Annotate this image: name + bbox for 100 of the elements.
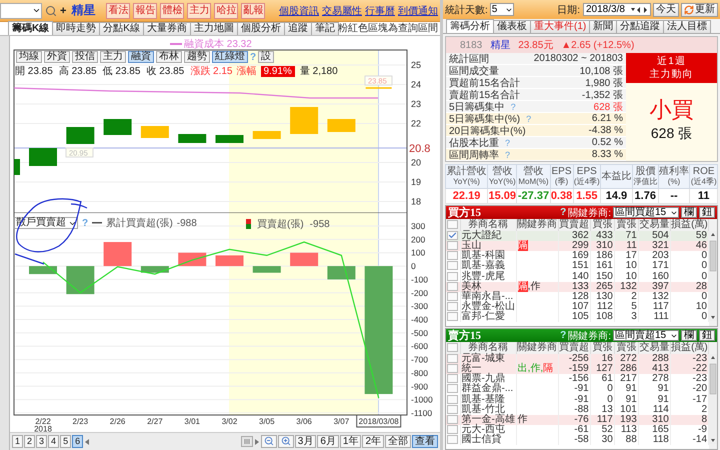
checkbox[interactable] [447,251,458,260]
tab[interactable]: 儀表板 [493,20,531,33]
column-header[interactable]: 買賣超 [558,219,590,231]
left-arrow-icon[interactable] [84,438,90,444]
checkbox[interactable] [447,241,458,250]
column-header[interactable]: 券商名稱 [460,219,516,231]
column-header[interactable]: 關鍵券商 [516,219,558,231]
indicator-button[interactable]: 趨勢 [184,51,210,63]
date-field[interactable]: 2018/3/8 [583,3,651,16]
range-button[interactable]: 2年 [362,435,384,448]
range-button[interactable]: 查看 [412,435,438,448]
page-button[interactable]: 4 [48,435,60,448]
header-link[interactable]: 個股資訊 [279,4,319,18]
filter-select[interactable]: 區間賣超15 [613,330,679,341]
column-header[interactable]: 買賣超 [558,342,590,354]
page-button[interactable]: 1 [12,435,24,448]
checkbox[interactable] [447,312,458,322]
column-header[interactable]: 券商名稱 [460,342,516,354]
tab[interactable]: 分點追蹤 [616,20,664,33]
column-header[interactable]: 賣張 [614,219,638,231]
tab[interactable]: 法人目標 [663,20,712,33]
symbol-field[interactable] [0,2,42,18]
indicator-button[interactable]: 布林 [156,51,182,63]
tab[interactable]: 新聞 [589,20,618,33]
range-button[interactable]: 1年 [340,435,362,448]
page-button[interactable]: 5 [60,435,72,448]
table-row[interactable]: 凱基-竹北 -88 13 101 114 2 [446,404,708,415]
zoom-out-button[interactable] [260,435,277,448]
days-select[interactable]: 5 [490,3,514,16]
indicator-button[interactable]: 主力 [100,51,126,63]
section-button[interactable]: 鈕 [699,207,715,218]
section-button[interactable]: 鈕 [699,330,715,341]
tab[interactable]: 籌碼分析 [446,19,494,33]
checkbox[interactable] [447,374,458,384]
settings-button[interactable]: 設 [258,51,274,63]
section-button[interactable]: 欄 [681,207,697,218]
column-header[interactable]: 關鍵券商 [516,342,558,354]
tab[interactable]: 即時走勢 [52,22,100,35]
table-row[interactable]: 元大證紀 362 433 71 504 59 [446,231,708,242]
column-header[interactable]: 買張 [590,342,614,354]
tab[interactable]: 追蹤 [284,22,312,35]
scrollbar[interactable] [709,231,717,321]
action-button[interactable]: 哈拉 [214,2,238,18]
table-row[interactable]: 群益金鼎-... -91 0 91 91 -20 [446,384,708,395]
range-button[interactable]: 6月 [317,435,339,448]
header-link[interactable]: 行事曆 [365,4,395,18]
column-header[interactable]: 賣張 [614,342,638,354]
table-row[interactable]: 華南永昌-... 128 130 2 132 0 [446,292,708,302]
checkbox[interactable] [447,435,458,444]
table-row[interactable]: 凱基-嘉義 151 161 10 171 0 [446,261,708,272]
scrollbar[interactable] [709,354,717,444]
tab[interactable]: 重大事件(1) [530,20,590,33]
checkbox[interactable] [447,384,458,394]
filter-select[interactable]: 區間買超15 [613,207,679,218]
refresh-button[interactable]: 更新 [681,2,718,16]
action-button[interactable]: 看法 [106,2,130,18]
indicator-button[interactable]: 外資 [44,51,70,63]
indicator-button[interactable]: 紅綠燈 [212,51,248,63]
tab[interactable]: 籌碼K線 [8,21,54,35]
header-link[interactable]: 到價通知 [398,4,438,18]
action-button[interactable]: 主力 [187,2,212,18]
range-button[interactable]: 3月 [294,435,316,448]
checkbox[interactable] [447,342,458,352]
page-button[interactable]: 3 [36,435,48,448]
column-header[interactable]: 交易量 [638,342,670,354]
indicator-button[interactable]: 均線 [16,51,42,63]
right-arrow-icon[interactable] [254,438,260,444]
column-header[interactable]: 交易量 [638,219,670,231]
checkbox[interactable] [447,364,458,374]
checkbox[interactable] [447,231,458,240]
tab[interactable]: 筆記 [310,22,339,35]
indicator-button[interactable]: 融資 [128,51,154,63]
zoom-in-button[interactable] [278,435,294,448]
checkbox[interactable] [447,261,458,270]
table-row[interactable]: 統一 出,作,隔 -159 127 286 413 -22 [446,364,708,374]
tab[interactable]: 個股分析 [236,22,285,35]
range-button[interactable]: 全部 [385,435,411,448]
column-header[interactable]: 損益(萬) [670,219,708,231]
column-header[interactable]: 買張 [590,219,614,231]
page-button[interactable]: 2 [24,435,36,448]
table-row[interactable]: 國士信貸 -58 30 88 118 -14 [446,435,708,446]
table-row[interactable]: 第一金-高雄 作 -76 117 193 310 8 [446,414,708,425]
header-link[interactable]: 交易屬性 [322,4,362,18]
tab[interactable]: 大量券商 [142,22,191,35]
action-button[interactable]: 報告 [133,2,158,18]
page-button[interactable]: 6 [72,435,84,448]
action-button[interactable]: 亂報 [241,2,266,18]
table-row[interactable]: 富邦-仁愛 105 108 3 111 0 [446,312,708,322]
today-button[interactable]: 今天 [653,2,679,16]
tab[interactable]: 分點K線 [99,22,144,35]
tab[interactable]: 主力地圖 [190,22,238,35]
column-header[interactable]: 損益(萬) [670,342,708,354]
help-icon[interactable]: ? [560,207,566,218]
indicator-button[interactable]: 投信 [72,51,98,63]
scroll-thumb-icon[interactable] [240,436,253,447]
add-button[interactable]: + [60,4,66,16]
action-button[interactable]: 體檢 [160,2,184,18]
table-row[interactable]: 美林 隔,作 133 265 132 397 28 [446,282,708,292]
checkbox[interactable] [447,220,458,229]
table-row[interactable]: 國票-九鼎 -156 61 217 278 -23 [446,374,708,384]
